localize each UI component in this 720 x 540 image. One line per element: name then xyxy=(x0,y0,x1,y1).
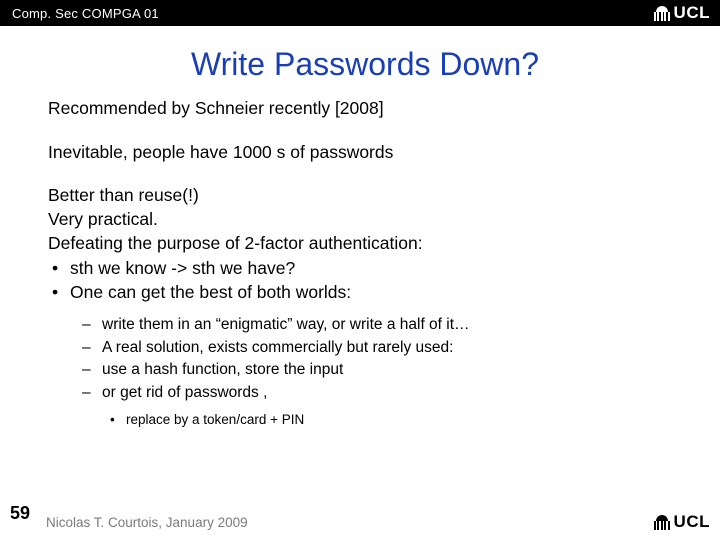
ucl-logo-bottom: UCL xyxy=(654,512,710,532)
sub-rid: or get rid of passwords , xyxy=(78,382,682,404)
slide-title: Write Passwords Down? xyxy=(48,46,682,83)
logo-text-bottom: UCL xyxy=(674,512,710,532)
subsub-token: replace by a token/card + PIN xyxy=(108,410,682,430)
ucl-logo-top: UCL xyxy=(654,3,710,23)
slide: Comp. Sec COMPGA 01 UCL Write Passwords … xyxy=(0,0,720,540)
course-code: Comp. Sec COMPGA 01 xyxy=(12,6,159,21)
content-area: Write Passwords Down? Recommended by Sch… xyxy=(0,26,720,431)
page-number: 59 xyxy=(10,503,30,524)
footer-author: Nicolas T. Courtois, January 2009 xyxy=(46,515,248,530)
top-bar: Comp. Sec COMPGA 01 UCL xyxy=(0,0,720,26)
bullet-know-have: sth we know -> sth we have? xyxy=(48,257,682,281)
line-defeating: Defeating the purpose of 2-factor authen… xyxy=(48,232,682,256)
line-better: Better than reuse(!) xyxy=(48,184,682,208)
logo-text-top: UCL xyxy=(674,3,710,23)
subsub-bullet-list: replace by a token/card + PIN xyxy=(108,410,682,430)
bullet-both-worlds: One can get the best of both worlds: xyxy=(48,281,682,305)
sub-real-solution: A real solution, exists commercially but… xyxy=(78,337,682,359)
paragraph-2: Inevitable, people have 1000 s of passwo… xyxy=(48,141,682,165)
sub-enigmatic: write them in an “enigmatic” way, or wri… xyxy=(78,314,682,336)
portico-icon xyxy=(654,515,670,530)
sub-bullet-list: write them in an “enigmatic” way, or wri… xyxy=(78,314,682,404)
footer: 59 Nicolas T. Courtois, January 2009 UCL xyxy=(0,494,720,540)
bullet-list: sth we know -> sth we have? One can get … xyxy=(48,257,682,304)
sub-hash: use a hash function, store the input xyxy=(78,359,682,381)
line-practical: Very practical. xyxy=(48,208,682,232)
paragraph-1: Recommended by Schneier recently [2008] xyxy=(48,97,682,121)
portico-icon xyxy=(654,6,670,21)
